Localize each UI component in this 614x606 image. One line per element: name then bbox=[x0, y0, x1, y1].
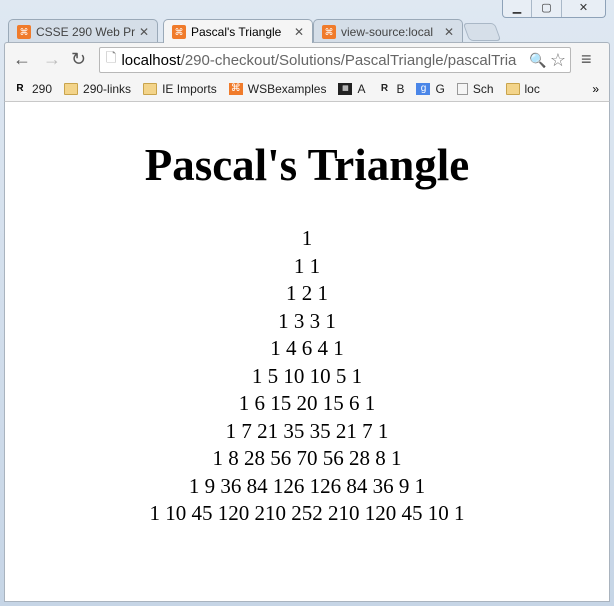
page-icon bbox=[456, 82, 468, 95]
maximize-button[interactable]: ▢ bbox=[531, 0, 561, 17]
close-tab-icon[interactable]: ✕ bbox=[294, 25, 304, 39]
bookmark-290-links[interactable]: 290-links bbox=[64, 82, 131, 96]
triangle-row: 1 4 6 4 1 bbox=[270, 336, 344, 360]
window-controls: ▁ ▢ ✕ bbox=[502, 0, 606, 18]
bookmark-wsbexamples[interactable]: ⌘ WSBexamples bbox=[228, 82, 326, 96]
back-icon[interactable]: ← bbox=[13, 49, 31, 70]
bookmark-290[interactable]: R 290 bbox=[13, 82, 52, 96]
close-window-button[interactable]: ✕ bbox=[561, 0, 605, 17]
bookmarks-bar: R 290 290-links IE Imports ⌘ WSBexamples ▦… bbox=[4, 76, 610, 102]
triangle-row: 1 6 15 20 15 6 1 bbox=[238, 391, 376, 415]
triangle-row: 1 10 45 120 210 252 210 120 45 10 1 bbox=[149, 501, 465, 525]
triangle-row: 1 7 21 35 35 21 7 1 bbox=[225, 418, 389, 443]
r-logo-icon: R bbox=[380, 82, 389, 94]
menu-icon[interactable]: ≡ bbox=[581, 49, 592, 70]
page-content: Pascal's Triangle 1 1 1 1 2 1 1 3 3 1 1 4 6 … bbox=[4, 102, 610, 602]
triangle-row: 1 3 3 1 bbox=[278, 308, 336, 333]
zoom-icon[interactable]: 🔍 bbox=[529, 52, 546, 69]
close-tab-icon[interactable]: ✕ bbox=[139, 25, 149, 39]
triangle-row: 1 8 28 56 70 56 28 8 1 bbox=[212, 446, 402, 470]
tab-view-source[interactable]: ⌘ view-source:local ✕ bbox=[313, 19, 463, 43]
forward-icon[interactable]: → bbox=[43, 49, 61, 70]
reload-icon[interactable]: ↻ bbox=[71, 49, 86, 70]
new-tab-button[interactable] bbox=[462, 23, 502, 41]
folder-icon bbox=[64, 82, 79, 95]
triangle-row: 1 2 1 bbox=[286, 281, 328, 305]
page-title: Pascal's Triangle bbox=[144, 140, 470, 190]
tab-pascal[interactable]: ⌘ Pascal's Triangle ✕ bbox=[163, 19, 313, 43]
tab-csse[interactable]: ⌘ CSSE 290 Web Pro ✕ bbox=[8, 19, 158, 43]
folder-icon bbox=[505, 82, 520, 95]
minimize-button[interactable]: ▁ bbox=[503, 0, 531, 17]
triangle-row: 1 bbox=[301, 226, 313, 250]
triangle-row: 1 1 bbox=[293, 253, 321, 278]
tab-strip: ⌘ CSSE 290 Web Pro ✕ ⌘ Pascal's Triangle ✕ ⌘… bbox=[8, 19, 608, 43]
triangle-row: 1 5 10 10 5 1 bbox=[251, 363, 363, 388]
address-bar[interactable]: 🗋 localhost/290-checkout/Solutions/Pasca… bbox=[99, 47, 571, 73]
page-icon: 🗋 bbox=[106, 50, 117, 65]
bookmark-b[interactable]: RB bbox=[377, 82, 405, 96]
bookmark-sch[interactable]: Sch bbox=[456, 82, 494, 96]
google-icon: g bbox=[416, 82, 431, 95]
bookmark-loc[interactable]: loc bbox=[505, 82, 540, 96]
triangle-rows: 1 1 1 1 2 1 1 3 3 1 1 4 6 4 1 1 5 10 10 5 1 1 … bbox=[5, 225, 609, 528]
close-tab-icon[interactable]: ✕ bbox=[444, 25, 454, 39]
xampp-icon: ⌘ bbox=[17, 24, 31, 39]
xampp-icon: ⌘ bbox=[172, 24, 186, 39]
film-icon: ▦ bbox=[338, 82, 353, 95]
toolbar: ← → ↻ 🗋 localhost/290-checkout/Solutions… bbox=[4, 42, 610, 76]
xampp-icon: ⌘ bbox=[322, 24, 336, 39]
triangle-row: 1 9 36 84 126 126 84 36 9 1 bbox=[188, 473, 426, 498]
bookmark-ie-imports[interactable]: IE Imports bbox=[143, 82, 217, 96]
xampp-icon: ⌘ bbox=[228, 82, 243, 95]
bookmarks-overflow-button[interactable]: » bbox=[592, 82, 599, 96]
bookmark-g[interactable]: gG bbox=[416, 82, 445, 96]
bookmark-a[interactable]: ▦ A bbox=[338, 82, 365, 96]
folder-icon bbox=[143, 82, 158, 95]
star-icon[interactable]: ☆ bbox=[550, 50, 566, 71]
r-logo-icon: R bbox=[16, 82, 24, 94]
